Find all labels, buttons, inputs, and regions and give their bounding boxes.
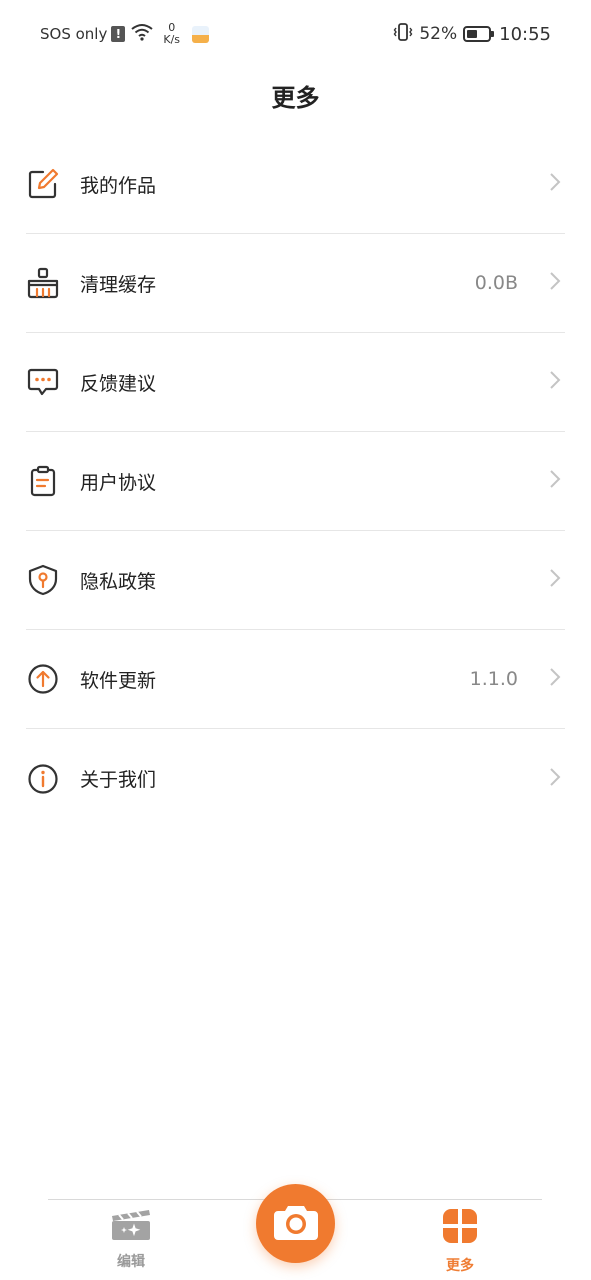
settings-menu: 我的作品 清理缓存 0.0B 反馈建议 用户协议 隐私政策 软件更新 1.1.0… (26, 135, 565, 828)
chevron-right-icon (549, 370, 561, 394)
brush-clean-icon (26, 266, 60, 300)
carrier-text: SOS only (40, 25, 108, 43)
clock: 10:55 (499, 23, 551, 45)
menu-item-label: 清理缓存 (80, 273, 157, 296)
battery-fill (467, 30, 478, 38)
vibrate-icon (393, 23, 413, 45)
nav-tab-more[interactable]: 更多 (420, 1207, 500, 1277)
clapperboard-sparkle-icon (111, 1207, 151, 1245)
menu-item-feedback[interactable]: 反馈建议 (26, 333, 565, 432)
menu-item-my-works[interactable]: 我的作品 (26, 135, 565, 234)
chevron-right-icon (549, 767, 561, 791)
battery-icon (463, 26, 495, 42)
clipboard-icon (26, 464, 60, 498)
chevron-right-icon (549, 172, 561, 196)
status-bar: SOS only ! 0 K/s 52% 10:55 (0, 0, 591, 68)
network-speed-unit: K/s (163, 33, 181, 46)
nav-tab-edit-label: 编辑 (117, 1254, 145, 1270)
menu-item-clear-cache[interactable]: 清理缓存 0.0B (26, 234, 565, 333)
menu-item-user-agreement[interactable]: 用户协议 (26, 432, 565, 531)
clover-grid-icon (441, 1207, 479, 1249)
cache-size-value: 0.0B (474, 272, 518, 294)
page-title: 更多 (271, 84, 320, 112)
chevron-right-icon (549, 568, 561, 592)
app-version-value: 1.1.0 (469, 668, 518, 690)
chevron-right-icon (549, 469, 561, 493)
menu-item-label: 关于我们 (80, 769, 157, 791)
camera-button[interactable] (256, 1184, 335, 1263)
nav-tab-more-label: 更多 (446, 1258, 474, 1274)
chevron-right-icon (549, 667, 561, 691)
chat-bubble-icon (26, 365, 60, 399)
camera-icon (272, 1202, 320, 1246)
info-circle-icon (26, 762, 60, 796)
nav-tab-edit[interactable]: 编辑 (91, 1207, 171, 1277)
menu-item-label: 软件更新 (80, 669, 157, 692)
battery-percent: 52% (419, 24, 458, 44)
edit-pencil-icon (26, 167, 60, 201)
menu-item-software-update[interactable]: 软件更新 1.1.0 (26, 630, 565, 729)
menu-item-label: 我的作品 (80, 174, 157, 197)
menu-item-about-us[interactable]: 关于我们 (26, 729, 565, 828)
shield-key-icon (26, 563, 60, 597)
alert-icon: ! (111, 26, 126, 42)
arrow-up-circle-icon (26, 662, 60, 696)
menu-item-label: 用户协议 (80, 471, 157, 494)
menu-item-privacy-policy[interactable]: 隐私政策 (26, 531, 565, 630)
wifi-icon (131, 23, 153, 45)
menu-item-label: 隐私政策 (80, 570, 157, 593)
app-notification-icon (192, 25, 210, 43)
chevron-right-icon (549, 271, 561, 295)
network-speed: 0 K/s (163, 22, 180, 46)
menu-item-label: 反馈建议 (80, 372, 157, 395)
